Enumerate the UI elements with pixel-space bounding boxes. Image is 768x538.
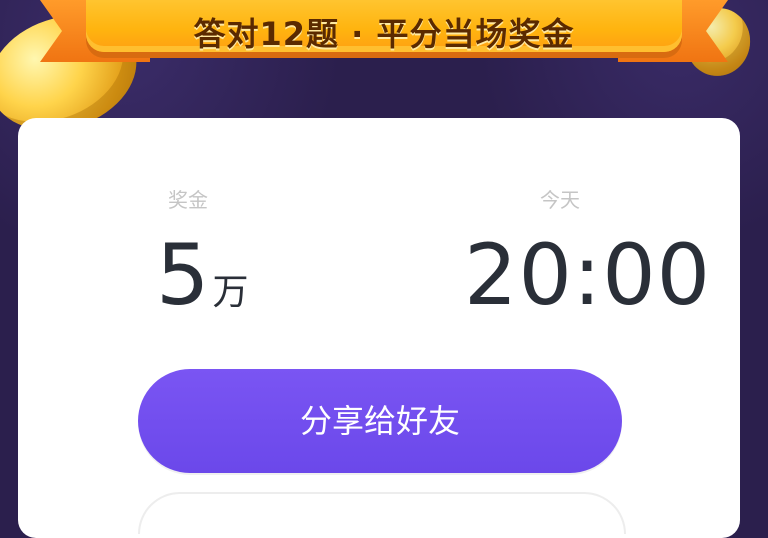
share-to-friends-button[interactable]: 分享给好友 (138, 369, 622, 473)
prize-amount: 5万 (156, 233, 249, 335)
title-banner: 答对12题 · 平分当场奖金 (40, 0, 728, 68)
prize-value: 5 (156, 226, 211, 324)
prize-unit: 万 (212, 272, 250, 313)
info-card (18, 118, 740, 538)
time-label: 今天 (540, 188, 580, 212)
banner-title: 答对12题 · 平分当场奖金 (193, 15, 575, 53)
prize-label: 奖金 (168, 188, 208, 212)
start-time-value: 20:00 (464, 226, 712, 324)
secondary-button[interactable] (138, 492, 626, 534)
